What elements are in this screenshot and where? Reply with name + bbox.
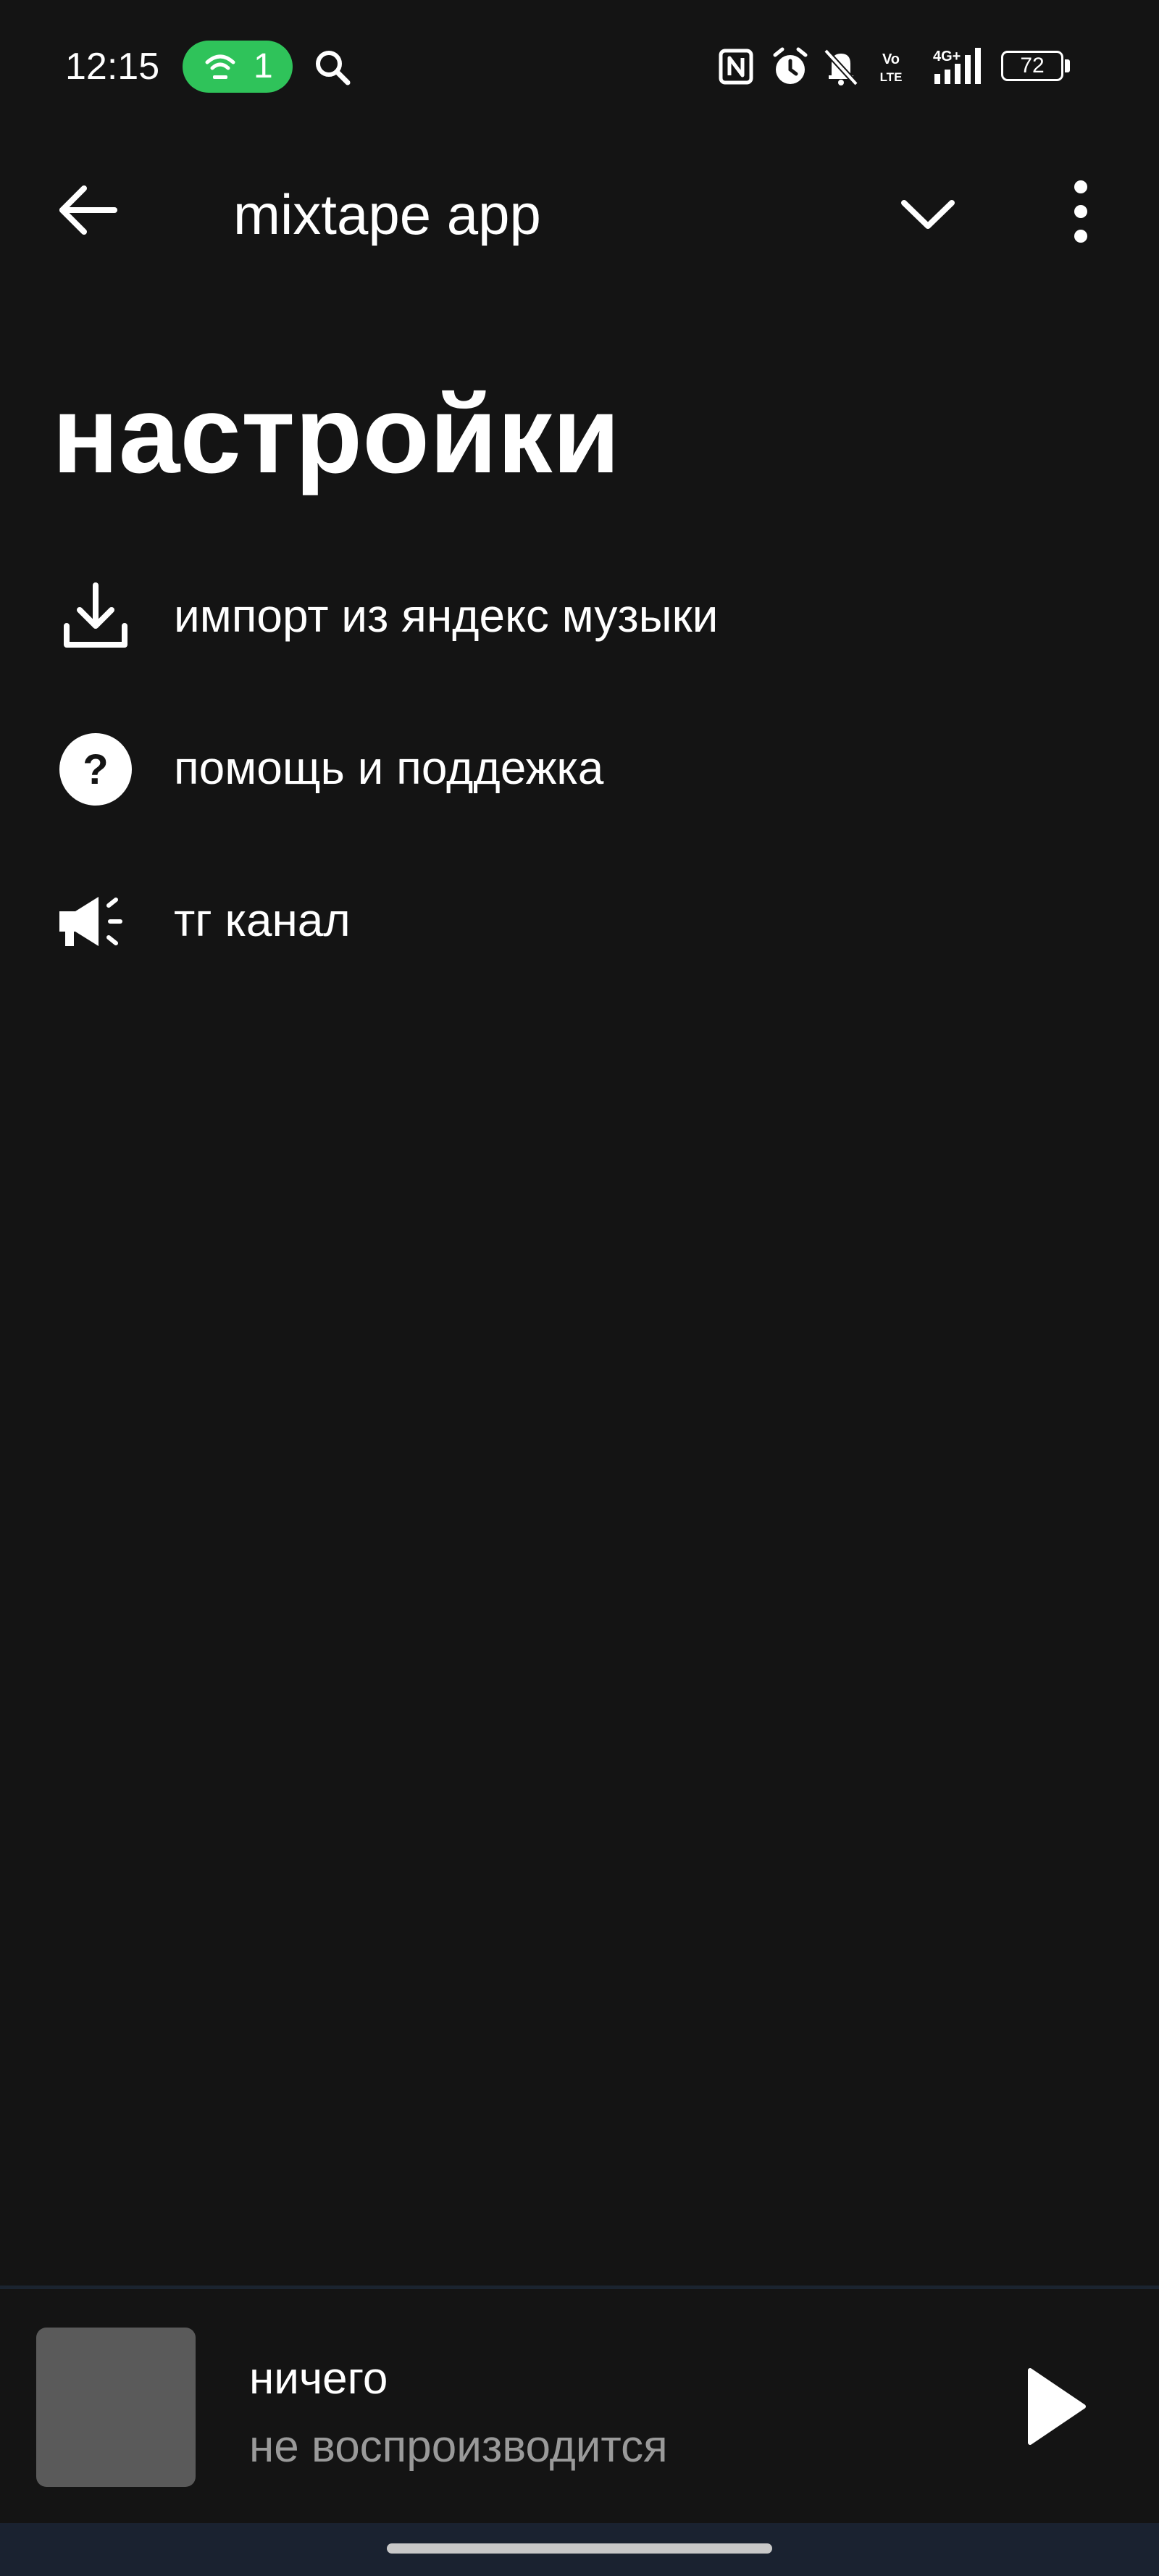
- svg-text:?: ?: [83, 746, 108, 793]
- more-vertical-icon[interactable]: [1055, 177, 1107, 246]
- battery-level: 72: [1020, 54, 1045, 78]
- hotspot-icon: [205, 54, 235, 79]
- status-time: 12:15: [65, 46, 160, 88]
- mute-icon: [824, 49, 858, 86]
- album-artwork: [36, 2328, 196, 2487]
- settings-item-label: тг канал: [174, 894, 351, 946]
- svg-text:4G+: 4G+: [933, 49, 961, 64]
- battery-indicator: 72: [1001, 51, 1072, 84]
- gesture-handle[interactable]: [387, 2543, 772, 2554]
- page-title: настройки: [52, 373, 620, 496]
- hotspot-count: 1: [254, 47, 273, 85]
- play-icon[interactable]: [1011, 2362, 1098, 2451]
- settings-item-import[interactable]: импорт из яндекс музыки: [0, 551, 1159, 666]
- player-subtitle: не воспроизводится: [249, 2422, 668, 2472]
- svg-text:Vo: Vo: [882, 51, 900, 67]
- chevron-down-icon[interactable]: [895, 184, 961, 242]
- download-icon: [64, 582, 127, 648]
- megaphone-icon: [59, 897, 122, 946]
- status-bar: 12:15 1 Vo LTE 4G+ 72: [0, 0, 1159, 138]
- signal-4g-icon: 4G+: [933, 48, 981, 84]
- volte-icon: Vo LTE: [880, 51, 903, 84]
- app-title: mixtape app: [233, 183, 541, 246]
- svg-text:LTE: LTE: [880, 70, 903, 84]
- alarm-icon: [773, 47, 808, 84]
- help-circle-icon: ?: [59, 733, 132, 806]
- nfc-icon: [719, 49, 753, 85]
- mini-player[interactable]: ничего не воспроизводится: [0, 2286, 1159, 2527]
- app-bar: mixtape app: [0, 159, 1159, 261]
- arrow-left-icon[interactable]: [52, 181, 125, 239]
- settings-item-help[interactable]: ? помощь и поддежка: [0, 703, 1159, 819]
- settings-item-label: помощь и поддежка: [174, 742, 604, 794]
- settings-item-label: импорт из яндекс музыки: [174, 590, 719, 642]
- settings-item-tg-channel[interactable]: тг канал: [0, 855, 1159, 971]
- search-icon: [316, 51, 351, 85]
- hotspot-indicator[interactable]: 1: [183, 41, 293, 93]
- navigation-bar: [0, 2523, 1159, 2576]
- player-title: ничего: [249, 2354, 388, 2404]
- battery-cap: [1065, 59, 1070, 72]
